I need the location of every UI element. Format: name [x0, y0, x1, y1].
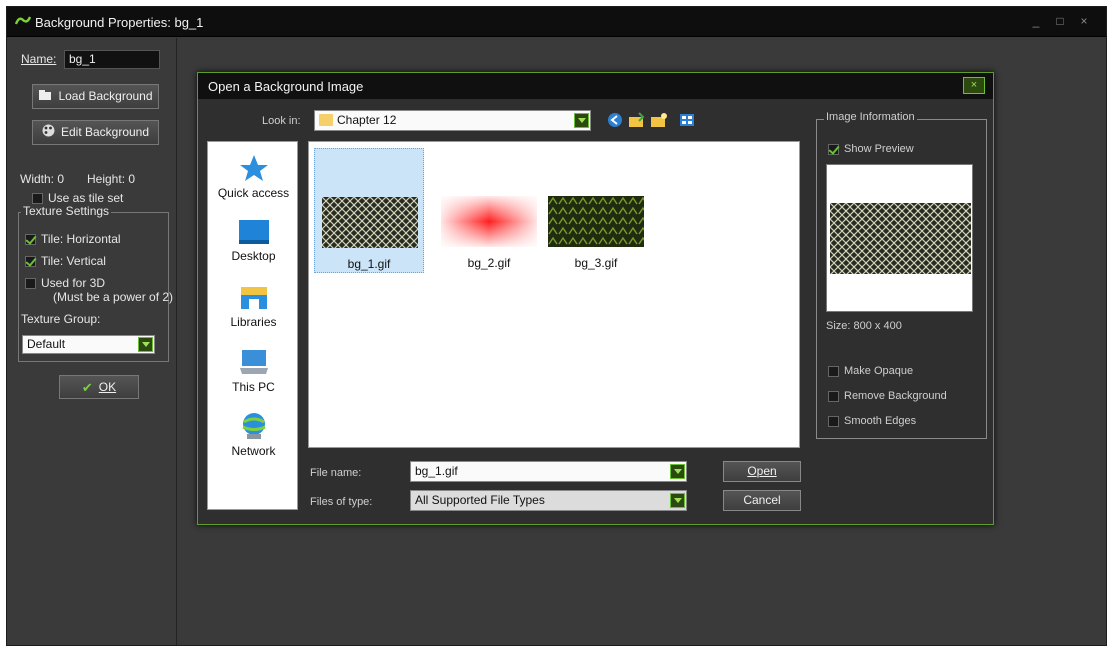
- smooth-edges-checkbox[interactable]: [828, 416, 839, 427]
- load-icon: [38, 86, 52, 108]
- back-icon[interactable]: [606, 112, 624, 128]
- folder-icon: [319, 114, 333, 126]
- edit-background-label: Edit Background: [60, 125, 150, 139]
- ok-button[interactable]: ✔ OK: [59, 375, 139, 399]
- file-type-select[interactable]: All Supported File Types: [410, 490, 687, 511]
- checkmark-icon: ✔: [81, 379, 93, 395]
- minimize-button[interactable]: _: [1025, 13, 1047, 29]
- dialog-title-bar: Open a Background Image ×: [198, 73, 993, 99]
- place-quick-access[interactable]: Quick access: [208, 154, 299, 200]
- remove-background-checkbox[interactable]: [828, 391, 839, 402]
- name-field[interactable]: bg_1: [64, 50, 160, 69]
- tile-vertical-label: Tile: Vertical: [41, 254, 106, 268]
- file-name: bg_2.gif: [467, 256, 511, 270]
- app-logo-icon: [15, 16, 31, 25]
- place-network[interactable]: Network: [208, 412, 299, 458]
- image-information-legend: Image Information: [824, 111, 917, 123]
- libraries-icon: [240, 287, 267, 309]
- chevron-down-icon[interactable]: [670, 493, 685, 508]
- open-background-dialog: Open a Background Image × Look in: Chapt…: [197, 72, 994, 525]
- bg-3-thumbnail: [548, 196, 644, 247]
- computer-icon: [239, 350, 268, 374]
- close-button[interactable]: ×: [1073, 13, 1095, 29]
- load-background-button[interactable]: Load Background: [32, 84, 159, 109]
- look-in-select[interactable]: Chapter 12: [314, 110, 591, 131]
- remove-background-label: Remove Background: [844, 390, 947, 402]
- file-item[interactable]: bg_2.gif: [434, 148, 544, 273]
- place-desktop[interactable]: Desktop: [208, 219, 299, 263]
- background-properties-window: Background Properties: bg_1 _ □ × Name: …: [6, 6, 1107, 646]
- make-opaque-label: Make Opaque: [844, 365, 914, 377]
- file-name-label: File name:: [310, 467, 362, 479]
- place-label: This PC: [232, 380, 275, 394]
- place-label: Desktop: [231, 249, 276, 263]
- star-icon: [239, 155, 268, 181]
- chevron-down-icon[interactable]: [138, 337, 153, 352]
- smooth-edges-label: Smooth Edges: [844, 415, 917, 427]
- width-label: Width: 0: [20, 172, 65, 186]
- file-type-label: Files of type:: [310, 496, 373, 508]
- preview-thumbnail: [830, 203, 971, 274]
- place-this-pc[interactable]: This PC: [208, 348, 299, 394]
- open-label: Open: [747, 464, 777, 478]
- use-as-tile-set-checkbox[interactable]: [32, 193, 43, 204]
- bg-2-thumbnail: [441, 196, 537, 247]
- place-label: Network: [231, 444, 276, 458]
- file-name-input[interactable]: bg_1.gif: [410, 461, 687, 482]
- chevron-down-icon[interactable]: [574, 113, 589, 128]
- file-item[interactable]: bg_1.gif: [314, 148, 424, 273]
- use-as-tile-set-label: Use as tile set: [48, 191, 124, 205]
- power-of-2-note: (Must be a power of 2): [53, 290, 174, 304]
- up-folder-icon[interactable]: [628, 112, 646, 128]
- cancel-label: Cancel: [743, 493, 781, 507]
- bg-1-thumbnail: [322, 197, 418, 248]
- name-label: Name:: [21, 52, 57, 66]
- chevron-down-icon[interactable]: [670, 464, 685, 479]
- dialog-title: Open a Background Image: [208, 79, 364, 94]
- texture-group-label: Texture Group:: [21, 312, 101, 326]
- open-button[interactable]: Open: [723, 461, 801, 482]
- window-title: Background Properties: bg_1: [35, 15, 204, 30]
- maximize-button[interactable]: □: [1049, 13, 1071, 29]
- used-for-3d-checkbox[interactable]: [25, 278, 36, 289]
- file-list: bg_1.gif bg_2.gif bg_3.gif: [308, 141, 800, 448]
- make-opaque-checkbox[interactable]: [828, 366, 839, 377]
- texture-settings-legend: Texture Settings: [21, 204, 112, 218]
- file-name-value: bg_1.gif: [415, 464, 458, 478]
- show-preview-label: Show Preview: [844, 143, 914, 155]
- file-type-value: All Supported File Types: [415, 493, 545, 507]
- image-size-text: Size: 800 x 400: [826, 320, 902, 332]
- title-bar: Background Properties: bg_1 _ □ ×: [7, 7, 1106, 37]
- place-libraries[interactable]: Libraries: [208, 283, 299, 329]
- desktop-icon: [238, 220, 269, 244]
- texture-group-select[interactable]: Default: [22, 335, 155, 354]
- network-icon: [241, 413, 266, 439]
- tile-horizontal-label: Tile: Horizontal: [41, 232, 121, 246]
- place-label: Quick access: [217, 186, 290, 200]
- cancel-button[interactable]: Cancel: [723, 490, 801, 511]
- used-for-3d-label: Used for 3D: [41, 276, 106, 290]
- height-label: Height: 0: [87, 172, 136, 186]
- palette-icon: [42, 122, 55, 144]
- show-preview-checkbox[interactable]: [828, 144, 839, 155]
- places-bar: Quick access Desktop Libraries This PC N…: [207, 141, 298, 510]
- file-name: bg_1.gif: [347, 257, 391, 271]
- properties-panel: Name: bg_1 Load Background Edit Backgrou…: [7, 38, 177, 645]
- dialog-close-button[interactable]: ×: [963, 77, 985, 94]
- look-in-value: Chapter 12: [337, 113, 397, 127]
- ok-label: OK: [98, 380, 117, 394]
- tile-horizontal-checkbox[interactable]: [25, 234, 36, 245]
- place-label: Libraries: [230, 315, 277, 329]
- edit-background-button[interactable]: Edit Background: [32, 120, 159, 145]
- view-menu-icon[interactable]: [678, 112, 696, 128]
- image-preview: [826, 164, 973, 312]
- look-in-label: Look in:: [262, 115, 301, 127]
- load-background-label: Load Background: [58, 89, 153, 103]
- new-folder-icon[interactable]: [650, 112, 668, 128]
- tile-vertical-checkbox[interactable]: [25, 256, 36, 267]
- file-item[interactable]: bg_3.gif: [541, 148, 651, 273]
- file-name: bg_3.gif: [574, 256, 618, 270]
- texture-group-value: Default: [27, 337, 66, 351]
